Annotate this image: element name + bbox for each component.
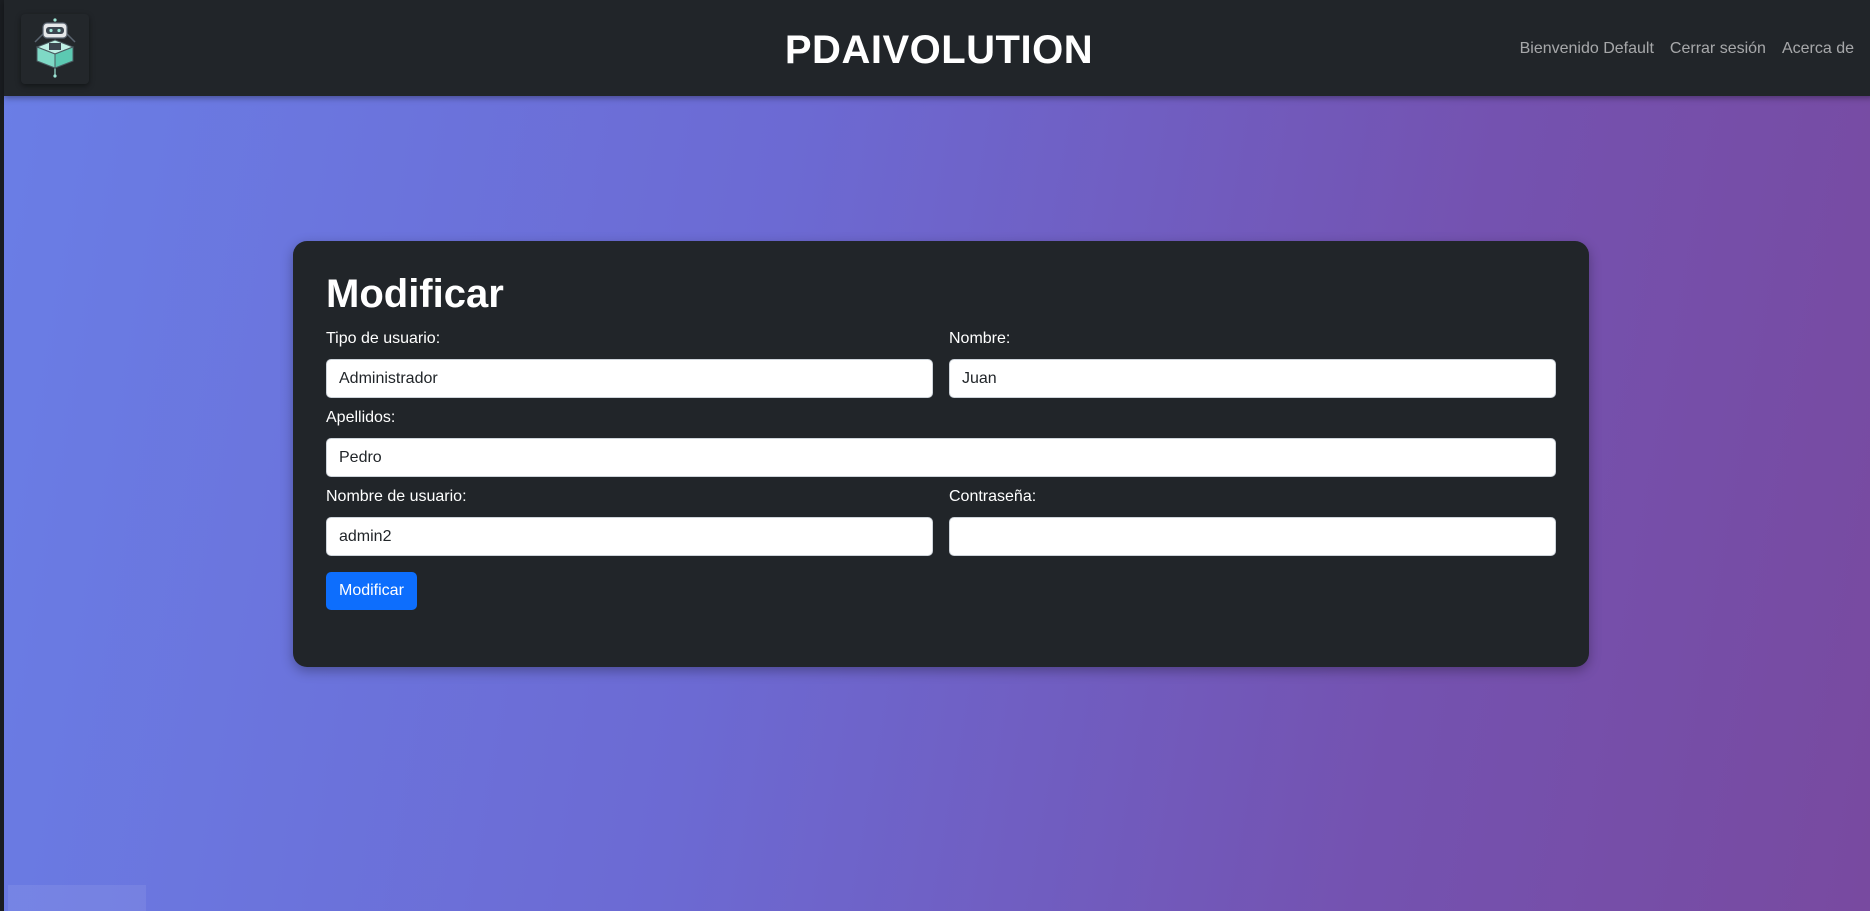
page-background: PDAIVOLUTION Bienvenido Default Cerrar s… (0, 0, 1870, 911)
nombre-label: Nombre: (949, 330, 1011, 347)
nav-link-welcome[interactable]: Bienvenido Default (1520, 38, 1654, 60)
nav-link-about[interactable]: Acerca de (1782, 38, 1854, 60)
field-tipo-usuario: Tipo de usuario: (326, 319, 933, 398)
tipo-usuario-label: Tipo de usuario: (326, 330, 441, 347)
modify-submit-button[interactable]: Modificar (326, 572, 417, 610)
apellidos-label: Apellidos: (326, 409, 396, 426)
field-apellidos: Apellidos: (326, 398, 1556, 477)
nombre-usuario-input[interactable] (326, 517, 933, 556)
form-title: Modificar (326, 272, 504, 316)
apellidos-input[interactable] (326, 438, 1556, 477)
nav-link-logout[interactable]: Cerrar sesión (1670, 38, 1766, 60)
modify-user-card: Modificar Tipo de usuario: Nombre: Apell… (293, 241, 1589, 667)
nombre-input[interactable] (949, 359, 1556, 398)
nombre-usuario-label: Nombre de usuario: (326, 488, 467, 505)
form-row-2: Apellidos: (326, 398, 1556, 477)
field-nombre-usuario: Nombre de usuario: (326, 477, 933, 556)
tipo-usuario-input[interactable] (326, 359, 933, 398)
form-row-1: Tipo de usuario: Nombre: (326, 319, 1556, 398)
contrasena-label: Contraseña: (949, 488, 1037, 505)
form-row-3: Nombre de usuario: Contraseña: (326, 477, 1556, 556)
robot-box-icon[interactable] (21, 14, 89, 84)
contrasena-input[interactable] (949, 517, 1556, 556)
navbar: PDAIVOLUTION Bienvenido Default Cerrar s… (4, 0, 1870, 96)
field-nombre: Nombre: (949, 319, 1556, 398)
field-contrasena: Contraseña: (949, 477, 1556, 556)
corner-overlay (8, 885, 146, 911)
nav-links: Bienvenido Default Cerrar sesión Acerca … (1520, 38, 1854, 60)
